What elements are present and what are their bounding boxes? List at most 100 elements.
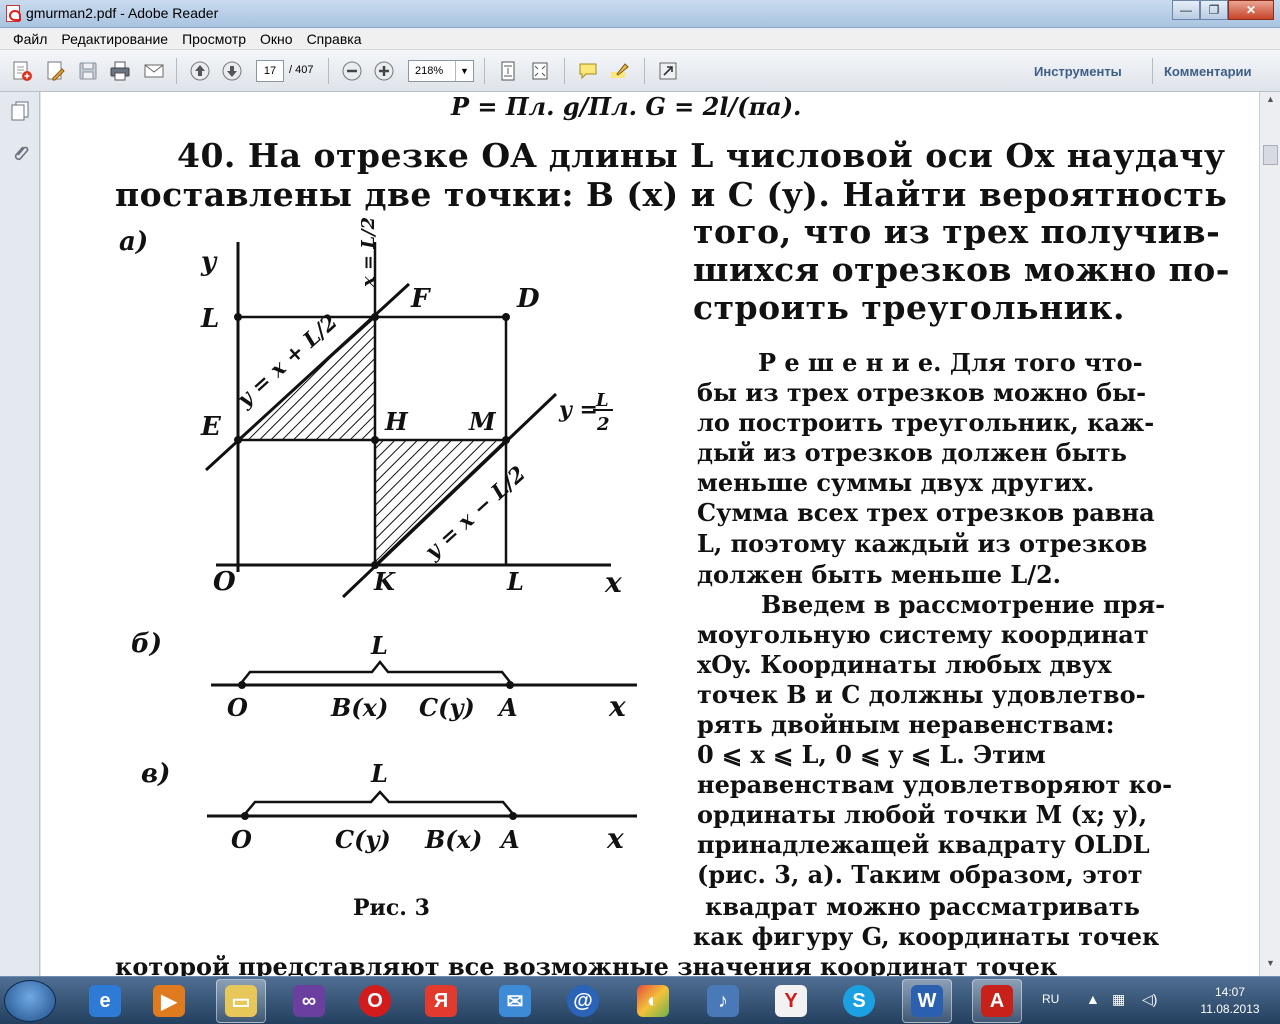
vs-icon: ∞ xyxy=(293,985,325,1017)
segment-label-L-c: L xyxy=(370,759,388,788)
save-icon[interactable] xyxy=(76,59,100,83)
solution-line: (рис. 3, a). Таким образом, этот xyxy=(697,860,1143,889)
solution-line: L, поэтому каждый из отрезков xyxy=(697,529,1148,558)
taskbar-mail[interactable]: ✉ xyxy=(490,979,540,1023)
window-controls: — ❐ ✕ xyxy=(1172,0,1274,20)
attachment-icon[interactable] xyxy=(10,142,30,164)
zoom-in-icon[interactable] xyxy=(372,59,396,83)
volume-icon[interactable]: ◁) xyxy=(1142,991,1157,1008)
solution-line: принадлежащей квадрату OLDL xyxy=(697,830,1150,859)
previous-page-icon[interactable] xyxy=(188,59,212,83)
solution-line: квадрат можно рассматривать xyxy=(705,892,1140,921)
next-page-icon[interactable] xyxy=(220,59,244,83)
comment-icon[interactable] xyxy=(576,59,600,83)
taskbar-volume[interactable]: ♪ xyxy=(698,979,748,1023)
network-icon[interactable]: ▦ xyxy=(1112,991,1125,1008)
solution-line: неравенствам удовлетворяют ко- xyxy=(697,770,1173,799)
zoom-out-icon[interactable] xyxy=(340,59,364,83)
full-screen-icon[interactable] xyxy=(528,59,552,83)
maximize-button[interactable]: ❐ xyxy=(1200,0,1228,20)
palette-icon: ◐ xyxy=(637,985,669,1017)
create-pdf-icon[interactable] xyxy=(10,59,34,83)
edit-pdf-icon[interactable] xyxy=(44,59,68,83)
clock[interactable]: 14:07 11.08.2013 xyxy=(1180,984,1280,1018)
menu-edit[interactable]: Редактирование xyxy=(54,31,175,47)
language-indicator[interactable]: RU xyxy=(1042,992,1059,1006)
show-hidden-icons-icon[interactable]: ▲ xyxy=(1086,991,1100,1007)
tools-button[interactable]: Инструменты xyxy=(1034,64,1122,79)
axis-x-label-b: x xyxy=(608,690,626,723)
taskbar-media[interactable]: ▶ xyxy=(144,979,194,1023)
clock-time: 14:07 xyxy=(1214,985,1246,999)
pdf-page: P = Пл. g/Пл. G = 2l/(πa). 40. На отрезк… xyxy=(41,92,1259,976)
solution-line: должен быть меньше L/2. xyxy=(697,560,1062,589)
taskbar-explorer[interactable]: ▭ xyxy=(216,979,266,1023)
figure-caption: Рис. 3 xyxy=(353,895,430,921)
point-label-H: H xyxy=(384,407,409,436)
scroll-down-icon[interactable]: ▼ xyxy=(1263,958,1278,972)
scroll-thumb[interactable] xyxy=(1263,145,1278,165)
scroll-up-icon[interactable]: ▲ xyxy=(1263,94,1278,108)
comments-button[interactable]: Комментарии xyxy=(1164,64,1252,79)
axis-x-label-c: x xyxy=(606,822,624,855)
toolbar-separator xyxy=(328,58,329,84)
point-label-D: D xyxy=(516,284,540,314)
figure-label-c: в) xyxy=(141,759,170,789)
taskbar-ie[interactable]: e xyxy=(80,979,130,1023)
solution-line: Сумма всех трех отрезков равна xyxy=(697,498,1155,527)
solution-line: дый из отрезков должен быть xyxy=(697,438,1127,467)
figure-label-a: а) xyxy=(119,227,148,257)
minimize-button[interactable]: — xyxy=(1172,0,1200,20)
chevron-down-icon[interactable]: ▼ xyxy=(455,61,473,81)
text-line: шихся отрезков можно по- xyxy=(693,250,1230,289)
close-button[interactable]: ✕ xyxy=(1228,0,1274,20)
point-label-F: F xyxy=(410,284,431,314)
point-label-O-c: O xyxy=(231,825,252,854)
point-label-K: K xyxy=(373,567,396,596)
page-number-input[interactable]: 17 xyxy=(256,60,284,82)
media-icon: ▶ xyxy=(153,985,185,1017)
expand-icon[interactable] xyxy=(656,59,680,83)
solution-line: Введем в рассмотрение пря- xyxy=(761,590,1166,619)
taskbar-vs[interactable]: ∞ xyxy=(284,979,334,1023)
point-label-L-x: L xyxy=(506,567,524,596)
solution-line: бы из трех отрезков можно бы- xyxy=(697,378,1147,407)
taskbar-color[interactable]: ◐ xyxy=(628,979,678,1023)
at-icon: @ xyxy=(567,985,599,1017)
menu-file[interactable]: Файл xyxy=(6,31,54,47)
start-button[interactable] xyxy=(4,980,56,1022)
menu-view[interactable]: Просмотр xyxy=(175,31,253,47)
toolbar-separator xyxy=(564,58,565,84)
taskbar-yandex[interactable]: Я xyxy=(416,979,466,1023)
highlight-icon[interactable] xyxy=(608,59,632,83)
vertical-scrollbar[interactable]: ▲ ▼ xyxy=(1259,92,1280,976)
pages-icon[interactable] xyxy=(10,100,30,122)
skype-icon: S xyxy=(843,985,875,1017)
taskbar-acrobat[interactable]: A xyxy=(972,979,1022,1023)
menu-help[interactable]: Справка xyxy=(300,31,369,47)
taskbar-mailru[interactable]: @ xyxy=(558,979,608,1023)
point-label-E: E xyxy=(200,412,222,442)
taskbar-word[interactable]: W xyxy=(902,979,952,1023)
pdf-icon xyxy=(6,5,21,22)
menu-window[interactable]: Окно xyxy=(253,31,300,47)
point-label-C-b: C(y) xyxy=(419,693,475,722)
point-label-A-b: A xyxy=(497,693,518,722)
print-icon[interactable] xyxy=(108,59,132,83)
taskbar-opera[interactable]: O xyxy=(350,979,400,1023)
taskbar-browser[interactable]: Y xyxy=(766,979,816,1023)
taskbar-skype[interactable]: S xyxy=(834,979,884,1023)
fit-page-icon[interactable] xyxy=(496,59,520,83)
zoom-value: 218% xyxy=(415,65,444,77)
toolbar-separator xyxy=(644,58,645,84)
browser-icon: Y xyxy=(775,985,807,1017)
line-label-y-half: y = xyxy=(558,397,598,423)
yandex-icon: Я xyxy=(425,985,457,1017)
toolbar: 17 / 407 218% ▼ Инструменты Комментарии xyxy=(0,50,1280,92)
email-icon[interactable] xyxy=(142,59,166,83)
zoom-select[interactable]: 218% ▼ xyxy=(408,60,474,82)
point-label-A-c: A xyxy=(499,825,520,854)
document-view[interactable]: P = Пл. g/Пл. G = 2l/(πa). 40. На отрезк… xyxy=(41,92,1259,976)
solution-line: ординаты любой точки M (x; y), xyxy=(697,800,1148,829)
ie-icon: e xyxy=(89,985,121,1017)
